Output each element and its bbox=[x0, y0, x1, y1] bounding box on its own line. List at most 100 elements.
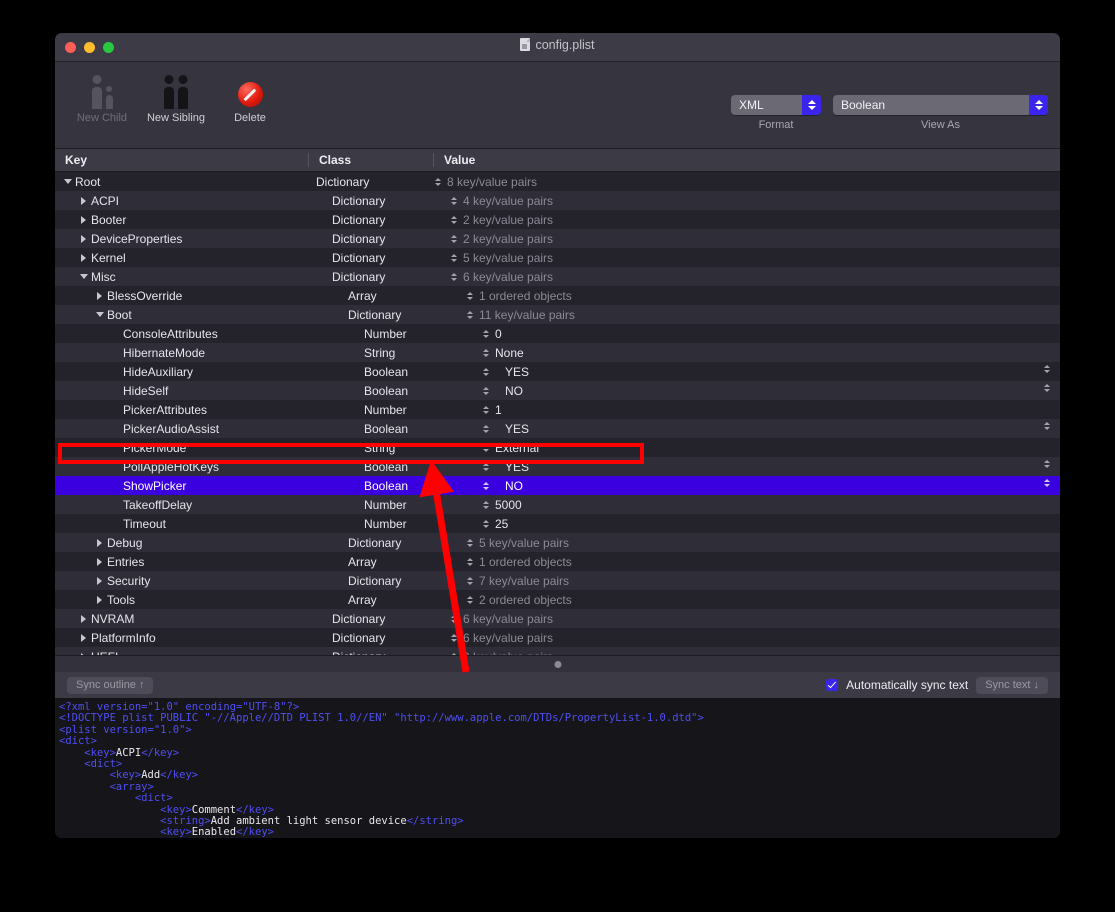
row-value-cell[interactable]: 2 key/value pairs bbox=[446, 213, 1060, 227]
disclosure-triangle-closed-icon[interactable] bbox=[79, 253, 88, 262]
row-value-cell[interactable]: 0 bbox=[478, 327, 1060, 341]
disclosure-triangle-closed-icon[interactable] bbox=[95, 291, 104, 300]
disclosure-triangle-closed-icon[interactable] bbox=[95, 557, 104, 566]
row-value-cell[interactable]: 5 key/value pairs bbox=[462, 536, 1060, 550]
row-value-cell[interactable]: YES bbox=[478, 460, 1060, 474]
disclosure-triangle-closed-icon[interactable] bbox=[79, 614, 88, 623]
disclosure-triangle-closed-icon[interactable] bbox=[95, 576, 104, 585]
row-value-cell[interactable]: NO bbox=[478, 384, 1060, 398]
value-stepper-icon[interactable] bbox=[480, 519, 491, 528]
row-value-cell[interactable]: NO bbox=[478, 479, 1060, 493]
table-row[interactable]: Entries Array 1 ordered objects bbox=[55, 552, 1060, 571]
table-row[interactable]: HideSelf Boolean NO bbox=[55, 381, 1060, 400]
value-stepper-icon[interactable] bbox=[480, 462, 491, 471]
table-row[interactable]: Security Dictionary 7 key/value pairs bbox=[55, 571, 1060, 590]
row-value-cell[interactable]: 1 ordered objects bbox=[462, 289, 1060, 303]
value-stepper-icon[interactable] bbox=[480, 481, 491, 490]
format-stepper-icon[interactable] bbox=[802, 95, 821, 115]
value-stepper-icon[interactable] bbox=[432, 177, 443, 186]
sync-outline-button[interactable]: Sync outline ↑ bbox=[67, 676, 154, 694]
table-row[interactable]: Tools Array 2 ordered objects bbox=[55, 590, 1060, 609]
format-select[interactable]: XML bbox=[731, 95, 821, 115]
table-row[interactable]: PlatformInfo Dictionary 6 key/value pairs bbox=[55, 628, 1060, 647]
boolean-toggle-stepper-icon[interactable] bbox=[1041, 384, 1052, 392]
table-row[interactable]: HideAuxiliary Boolean YES bbox=[55, 362, 1060, 381]
table-row[interactable]: Booter Dictionary 2 key/value pairs bbox=[55, 210, 1060, 229]
value-stepper-icon[interactable] bbox=[448, 234, 459, 243]
disclosure-triangle-open-icon[interactable] bbox=[63, 179, 72, 184]
row-value-cell[interactable]: 4 key/value pairs bbox=[446, 194, 1060, 208]
value-stepper-icon[interactable] bbox=[448, 215, 459, 224]
delete-button[interactable]: Delete bbox=[213, 67, 287, 124]
disclosure-triangle-closed-icon[interactable] bbox=[79, 215, 88, 224]
divider-grab-handle[interactable] bbox=[554, 661, 561, 668]
automatically-sync-text-checkbox[interactable] bbox=[826, 679, 839, 691]
value-stepper-icon[interactable] bbox=[480, 405, 491, 414]
table-row[interactable]: Kernel Dictionary 5 key/value pairs bbox=[55, 248, 1060, 267]
view-as-stepper-icon[interactable] bbox=[1029, 95, 1048, 115]
value-stepper-icon[interactable] bbox=[480, 424, 491, 433]
table-row[interactable]: NVRAM Dictionary 6 key/value pairs bbox=[55, 609, 1060, 628]
value-stepper-icon[interactable] bbox=[448, 614, 459, 623]
table-row[interactable]: Misc Dictionary 6 key/value pairs bbox=[55, 267, 1060, 286]
table-row[interactable]: DeviceProperties Dictionary 2 key/value pa… bbox=[55, 229, 1060, 248]
row-value-cell[interactable]: 2 key/value pairs bbox=[446, 232, 1060, 246]
xml-source-pane[interactable]: <?xml version="1.0" encoding="UTF-8"?> <… bbox=[55, 698, 1060, 838]
boolean-toggle-stepper-icon[interactable] bbox=[1041, 479, 1052, 487]
row-value-cell[interactable]: External bbox=[478, 441, 1060, 455]
value-stepper-icon[interactable] bbox=[448, 196, 459, 205]
table-row[interactable]: ACPI Dictionary 4 key/value pairs bbox=[55, 191, 1060, 210]
disclosure-triangle-closed-icon[interactable] bbox=[79, 633, 88, 642]
column-header-class[interactable]: Class bbox=[308, 153, 433, 167]
value-stepper-icon[interactable] bbox=[480, 386, 491, 395]
table-row[interactable]: Timeout Number 25 bbox=[55, 514, 1060, 533]
table-row[interactable]: UEFIDictionary9 key/value pairs bbox=[55, 647, 1060, 655]
disclosure-triangle-open-icon[interactable] bbox=[95, 312, 104, 317]
value-stepper-icon[interactable] bbox=[464, 538, 475, 547]
row-value-cell[interactable]: 7 key/value pairs bbox=[462, 574, 1060, 588]
row-value-cell[interactable]: 6 key/value pairs bbox=[446, 631, 1060, 645]
row-value-cell[interactable]: 5 key/value pairs bbox=[446, 251, 1060, 265]
table-row[interactable]: Boot Dictionary 11 key/value pairs bbox=[55, 305, 1060, 324]
value-stepper-icon[interactable] bbox=[480, 500, 491, 509]
disclosure-triangle-open-icon[interactable] bbox=[79, 274, 88, 279]
table-row[interactable]: BlessOverride Array 1 ordered objects bbox=[55, 286, 1060, 305]
value-stepper-icon[interactable] bbox=[448, 253, 459, 262]
row-value-cell[interactable]: 1 bbox=[478, 403, 1060, 417]
value-stepper-icon[interactable] bbox=[464, 291, 475, 300]
row-value-cell[interactable]: YES bbox=[478, 365, 1060, 379]
value-stepper-icon[interactable] bbox=[448, 272, 459, 281]
table-row[interactable]: Root Dictionary 8 key/value pairs bbox=[55, 172, 1060, 191]
row-value-cell[interactable]: 5000 bbox=[478, 498, 1060, 512]
column-header-value[interactable]: Value bbox=[433, 153, 1060, 167]
table-row[interactable]: PollAppleHotKeys Boolean YES bbox=[55, 457, 1060, 476]
disclosure-triangle-closed-icon[interactable] bbox=[79, 196, 88, 205]
boolean-toggle-stepper-icon[interactable] bbox=[1041, 460, 1052, 468]
table-row[interactable]: ConsoleAttributes Number 0 bbox=[55, 324, 1060, 343]
table-row[interactable]: PickerAudioAssist Boolean YES bbox=[55, 419, 1060, 438]
value-stepper-icon[interactable] bbox=[480, 348, 491, 357]
table-row[interactable]: TakeoffDelay Number 5000 bbox=[55, 495, 1060, 514]
column-header-key[interactable]: Key bbox=[55, 153, 308, 167]
value-stepper-icon[interactable] bbox=[448, 633, 459, 642]
table-row[interactable]: PickerAttributes Number 1 bbox=[55, 400, 1060, 419]
table-row[interactable]: Debug Dictionary 5 key/value pairs bbox=[55, 533, 1060, 552]
row-value-cell[interactable]: 2 ordered objects bbox=[462, 593, 1060, 607]
value-stepper-icon[interactable] bbox=[464, 595, 475, 604]
row-value-cell[interactable]: YES bbox=[478, 422, 1060, 436]
disclosure-triangle-closed-icon[interactable] bbox=[95, 538, 104, 547]
row-value-cell[interactable]: None bbox=[478, 346, 1060, 360]
row-value-cell[interactable]: 11 key/value pairs bbox=[462, 308, 1060, 322]
new-sibling-button[interactable]: New Sibling bbox=[139, 67, 213, 124]
disclosure-triangle-closed-icon[interactable] bbox=[79, 234, 88, 243]
row-value-cell[interactable]: 6 key/value pairs bbox=[446, 612, 1060, 626]
view-as-select[interactable]: Boolean bbox=[833, 95, 1048, 115]
value-stepper-icon[interactable] bbox=[464, 576, 475, 585]
boolean-toggle-stepper-icon[interactable] bbox=[1041, 365, 1052, 373]
value-stepper-icon[interactable] bbox=[480, 443, 491, 452]
value-stepper-icon[interactable] bbox=[480, 329, 491, 338]
value-stepper-icon[interactable] bbox=[464, 557, 475, 566]
table-row[interactable]: PickerMode String External bbox=[55, 438, 1060, 457]
split-divider[interactable] bbox=[55, 655, 1060, 672]
plist-outline-table[interactable]: Root Dictionary 8 key/value pairs ACPI Dicti… bbox=[55, 172, 1060, 655]
